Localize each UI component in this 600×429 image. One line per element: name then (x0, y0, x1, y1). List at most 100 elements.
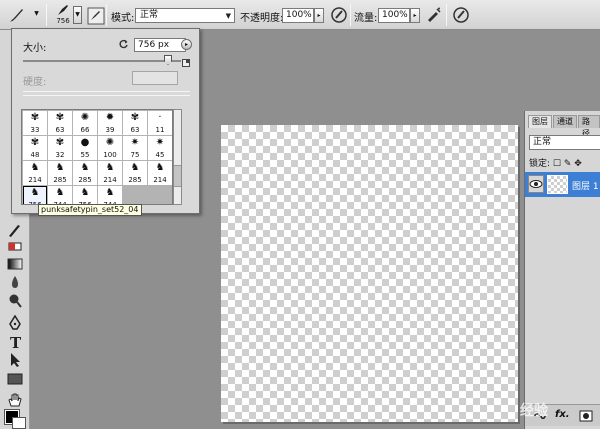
blur-tool-icon[interactable] (6, 274, 24, 290)
divider (23, 95, 190, 96)
brush-preset-cell[interactable]: ✾ 48 (23, 136, 47, 160)
brush-preset-cell[interactable]: ♞ 214 (148, 161, 172, 185)
brush-tip-icon: ● (80, 137, 90, 148)
lock-row: 锁定: ☐ ✎ ✥ (529, 156, 582, 169)
brush-preset-cell[interactable]: ♞ 285 (123, 161, 147, 185)
eraser-tool-icon[interactable] (6, 238, 24, 254)
document-canvas[interactable] (221, 125, 518, 422)
brush-preset-cell[interactable]: ✷ 45 (148, 136, 172, 160)
brush-preset-cell[interactable]: ✾ 63 (48, 111, 72, 135)
tab-channels[interactable]: 通道 (553, 115, 577, 128)
brush-tip-icon: ♞ (105, 187, 115, 198)
mode-value: 正常 (140, 10, 159, 20)
brush-preset-cell[interactable]: ♞ 214 (23, 161, 47, 185)
size-input[interactable]: 756 px (134, 38, 186, 52)
brush-tool-button-icon[interactable] (6, 222, 24, 238)
size-label: 大小: (23, 43, 47, 54)
pressure-size-icon[interactable] (452, 6, 470, 24)
panel-menu-button[interactable]: ▸ (181, 39, 192, 50)
scrollbar-thumb[interactable] (174, 165, 181, 187)
separator (46, 4, 47, 26)
flow-slider-button[interactable]: ▸ (410, 8, 420, 23)
pen-tool-icon[interactable] (6, 315, 24, 331)
brush-size-label: 214 (153, 176, 167, 184)
brush-name-tooltip: punksafetypin_set52_04 (38, 204, 142, 216)
lock-paint-icon[interactable]: ✎ (564, 159, 572, 169)
brush-preset-cell[interactable]: ✺ 100 (98, 136, 122, 160)
layer-row[interactable]: 图层 1 (525, 172, 600, 197)
brush-size-label: 214 (28, 176, 42, 184)
background-color-swatch[interactable] (12, 417, 26, 429)
brush-size-label: 32 (55, 151, 65, 159)
brush-size-label: 45 (155, 151, 165, 159)
hand-tool-icon[interactable] (6, 392, 24, 408)
tool-preset-dropdown[interactable]: ▼ (32, 6, 41, 24)
brush-size-label: 11 (155, 126, 165, 134)
type-tool-icon[interactable]: T (6, 334, 24, 350)
airbrush-icon[interactable] (425, 6, 443, 24)
brush-preset-cell[interactable]: · 11 (148, 111, 172, 135)
size-slider-thumb[interactable] (164, 55, 172, 65)
new-preset-icon[interactable] (182, 59, 190, 67)
brush-preset-cell[interactable]: ♞ 285 (73, 161, 97, 185)
tab-paths[interactable]: 路径 (578, 115, 600, 138)
brush-preset-cell[interactable]: ● 55 (73, 136, 97, 160)
brush-preset-picker-panel: 大小: 756 px ▸ 硬度: ✾ 33 ✾ 63 ✺ 66 ✹ 39 ✾ 63 · 11 ✾ 48 ✾ 3… (11, 28, 200, 214)
brush-grid-scrollbar[interactable] (173, 109, 182, 205)
brush-preset-cell[interactable]: ✾ 63 (123, 111, 147, 135)
layer-name[interactable]: 图层 1 (572, 179, 599, 192)
brush-picker-dropdown-button[interactable]: ▼ (73, 6, 82, 24)
brush-preset-cell[interactable]: ♞ 214 (98, 161, 122, 185)
lock-transparent-icon[interactable]: ☐ (553, 159, 561, 169)
tab-layers[interactable]: 图层 (528, 115, 552, 128)
brush-preset-cell[interactable]: ✷ 75 (123, 136, 147, 160)
brush-preset-picker[interactable]: 756 (54, 3, 72, 28)
rectangle-tool-icon[interactable] (6, 371, 24, 387)
visibility-toggle[interactable] (528, 175, 544, 193)
brush-panel-toggle-icon[interactable] (87, 7, 105, 25)
dodge-tool-icon[interactable] (6, 292, 24, 308)
brush-preset-cell[interactable]: ♞ 744 (48, 186, 72, 204)
brush-tool-icon[interactable] (8, 6, 26, 24)
brush-tip-icon: ✺ (105, 137, 115, 148)
brush-tip-icon: ✾ (30, 112, 40, 123)
layer-blend-mode-value: 正常 (533, 137, 552, 147)
opacity-value: 100% (286, 10, 312, 20)
brush-tip-icon: ♞ (55, 162, 65, 173)
lock-position-icon[interactable]: ✥ (574, 159, 582, 169)
reset-size-icon[interactable] (118, 39, 129, 50)
brush-tip-icon: ✹ (105, 112, 115, 123)
brush-preset-cell[interactable]: ✺ 66 (73, 111, 97, 135)
hardness-label: 硬度: (23, 77, 47, 88)
brush-size-label: 75 (130, 151, 140, 159)
mode-select[interactable]: 正常 ▼ (135, 8, 235, 23)
opacity-slider-button[interactable]: ▸ (314, 8, 324, 23)
size-slider[interactable] (23, 60, 181, 62)
path-selection-tool-icon[interactable] (6, 352, 24, 368)
brush-size-label: 285 (53, 176, 67, 184)
brush-tip-icon: ✾ (55, 137, 65, 148)
brush-preset-cell[interactable]: ✾ 33 (23, 111, 47, 135)
brush-preset-cell[interactable]: ✾ 32 (48, 136, 72, 160)
add-mask-icon[interactable] (579, 410, 593, 422)
layer-blend-mode-select[interactable]: 正常 (529, 135, 600, 150)
brush-preset-cell[interactable]: ♞ 285 (48, 161, 72, 185)
opacity-input[interactable]: 100% (282, 8, 314, 23)
flow-input[interactable]: 100% (378, 8, 410, 23)
brush-size-label: 63 (55, 126, 65, 134)
separator (350, 4, 351, 26)
brush-size-label: 66 (80, 126, 90, 134)
brush-preset-cell[interactable]: ♞ 756 (23, 186, 47, 204)
gradient-tool-icon[interactable] (6, 256, 24, 272)
brush-preset-cell[interactable]: ♞ 756 (73, 186, 97, 204)
watermark-text: 经验 (520, 403, 548, 419)
brush-size-label: 100 (103, 151, 117, 159)
eye-icon (529, 180, 543, 188)
separator (446, 4, 447, 26)
layer-style-button[interactable]: fx. (555, 409, 570, 420)
brush-preset-cell[interactable]: ♞ 744 (98, 186, 122, 204)
brush-tip-icon: ♞ (55, 187, 65, 198)
svg-text:T: T (10, 334, 22, 350)
pressure-opacity-icon[interactable] (330, 6, 348, 24)
brush-preset-cell[interactable]: ✹ 39 (98, 111, 122, 135)
